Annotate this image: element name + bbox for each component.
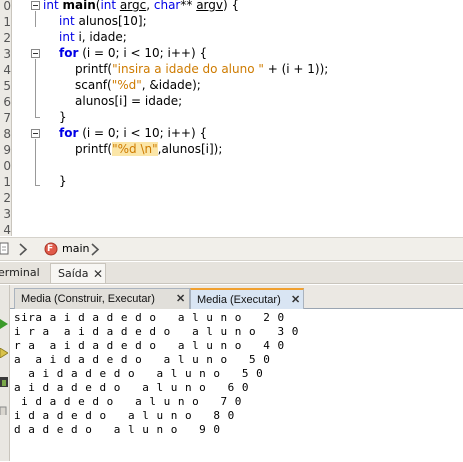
rerun-icon[interactable] [0,348,8,358]
code-token: ) { [222,0,240,12]
code-token: i, idade; [74,30,127,44]
function-name: main [62,0,96,12]
code-line: for (i = 0; i < 10; i++) { [59,125,207,141]
line-number: 1 [3,15,11,29]
code-line: for (i = 0; i < 10; i++) { [59,45,207,61]
line-number: 5 [3,79,11,93]
line-number: 4 [3,223,11,236]
fold-toggle-icon[interactable] [31,129,40,138]
code-line: alunos[i] = idade; [75,94,183,108]
console-line: sira a i d a d e d o a l u n o 2 0 [14,311,285,324]
code-token: , &idade); [141,78,201,92]
output-sub-tabs: Media (Construir, Executar) ✕ Media (Exe… [10,285,463,309]
close-icon[interactable]: ✕ [176,289,185,309]
file-icon[interactable] [0,242,10,256]
fold-guide [35,139,36,185]
tab-terminal-label: erminal [0,266,40,279]
tab-build-run-label: Media (Construir, Executar) [21,293,155,305]
output-window-tabs: erminal Saída ✕ [0,262,463,284]
line-number-gutter: 0 1 2 3 4 5 6 7 8 9 0 1 2 3 4 [0,0,12,236]
string-literal: "%d \n" [112,142,158,156]
keyword: int [59,14,75,28]
line-number: 3 [3,207,11,221]
close-icon[interactable]: ✕ [291,290,300,310]
console-output[interactable]: sira a i d a d e d o a l u n o 2 0 i r a… [10,309,463,462]
breadcrumb: F main [0,237,463,261]
output-toolbar [0,285,10,461]
console-line: r a a i d a d e d o a l u n o 4 0 [14,339,285,352]
fold-guide [35,185,40,186]
console-line: i d a d e d o a l u n o 7 0 [14,395,242,408]
fold-toggle-icon[interactable] [31,1,40,10]
code-line: int alunos[10]; [59,13,147,29]
code-token: ,alunos[i]); [157,142,223,156]
fold-guide [35,11,36,27]
tab-saida[interactable]: Saída ✕ [50,263,106,283]
code-editor[interactable]: 0 1 2 3 4 5 6 7 8 9 0 1 2 3 4 int main(i… [0,0,463,236]
code-token: printf( [75,142,113,156]
code-line: scanf("%d", &idade); [75,77,201,93]
stop-icon[interactable] [0,377,8,387]
line-number: 0 [3,0,11,13]
code-token: alunos[10]; [74,14,147,28]
line-number: 4 [3,63,11,77]
code-token: + (i + 1)); [263,62,329,76]
param-argc: argc [119,0,147,12]
console-line: i r a a i d a d e d o a l u n o 3 0 [14,325,299,338]
line-number: 3 [3,47,11,61]
code-line: } [59,110,67,124]
keyword: int [100,0,117,12]
console-line: d a d e d o a l u n o 9 0 [14,423,221,436]
console-line: a i d a d e d o a l u n o 6 0 [14,381,250,394]
code-token: printf( [75,62,113,76]
line-number: 1 [3,175,11,189]
tab-run-label: Media (Executar) [197,294,281,306]
fold-toggle-icon[interactable] [31,49,40,58]
code-token: (i = 0; i < 10; i++) { [78,46,208,60]
run-icon[interactable] [0,319,8,329]
console-line: a a i d a d e d o a l u n o 5 0 [14,353,271,366]
console-line: a i d a d e d o a l u n o 5 0 [14,367,264,380]
keyword: int [43,0,59,12]
keyword: for [59,46,79,60]
chevron-right-icon[interactable] [89,243,101,256]
nav-arrow-icon[interactable] [17,243,29,256]
line-number: 8 [3,127,11,141]
code-line: printf("%d \n",alunos[i]); [75,141,222,157]
code-token: scanf( [75,78,112,92]
console-line: i d a d e d o a l u n o 8 0 [14,409,235,422]
keyword: char [153,0,181,12]
code-token: , [146,0,154,12]
string-literal: "insira a idade do aluno " [112,62,264,76]
tab-terminal[interactable]: erminal [0,263,46,283]
line-number: 9 [3,143,11,157]
line-number: 7 [3,111,11,125]
line-number: 2 [3,191,11,205]
code-line: } [59,174,67,188]
tab-saida-label: Saída [58,267,89,280]
close-icon[interactable]: ✕ [93,264,103,284]
keyword: int [59,30,75,44]
settings-icon[interactable] [0,405,8,415]
line-number: 0 [3,159,11,173]
code-line: printf("insira a idade do aluno " + (i +… [75,61,328,77]
fold-guide [35,59,36,117]
keyword: for [59,126,79,140]
param-argv: argv [196,0,223,12]
code-line: int i, idade; [59,29,127,45]
fold-guide [35,117,40,118]
function-badge: F [47,244,54,254]
string-literal: "%d" [111,78,142,92]
line-number: 2 [3,31,11,45]
tab-run[interactable]: Media (Executar) ✕ [190,288,304,309]
line-number: 6 [3,95,11,109]
code-line: int main(int argc, char** argv) { [43,0,239,13]
code-token: (i = 0; i < 10; i++) { [78,126,208,140]
tab-build-run[interactable]: Media (Construir, Executar) ✕ [14,288,190,309]
breadcrumb-function-name[interactable]: main [62,241,89,257]
code-token: ** [180,0,197,12]
